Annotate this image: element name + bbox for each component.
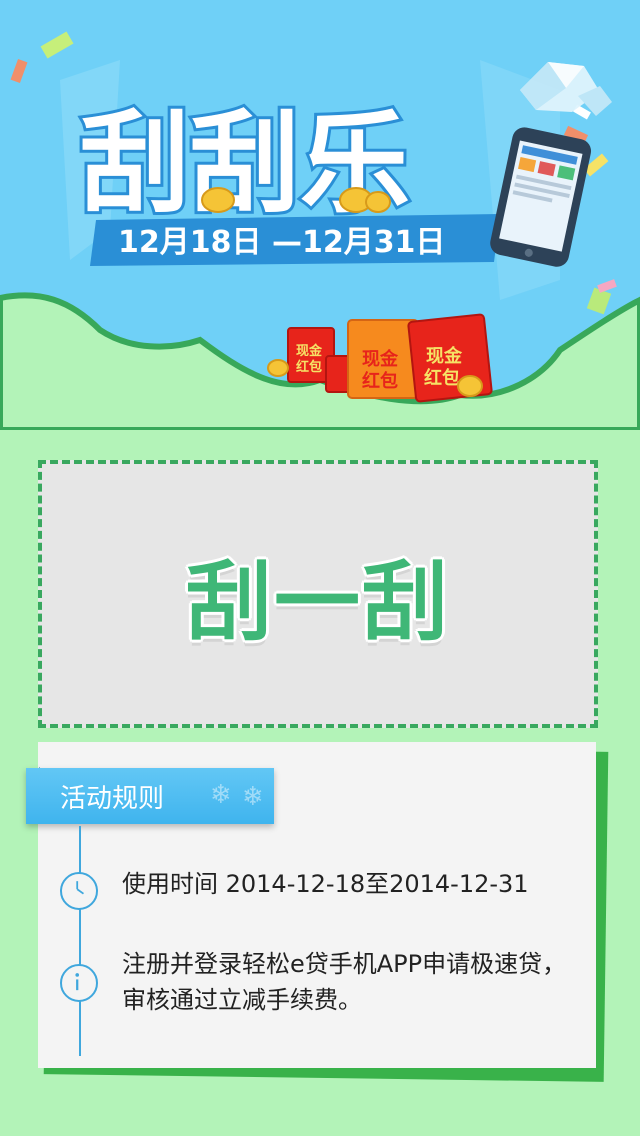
rule-item-time: 使用时间 2014-12-18至2014-12-31	[122, 870, 529, 898]
svg-text:现金: 现金	[426, 345, 463, 367]
svg-text:红包: 红包	[362, 370, 398, 392]
snowflake-icon: ❄	[242, 782, 264, 812]
svg-text:红包: 红包	[424, 367, 460, 389]
clock-icon	[60, 872, 98, 910]
rules-title: 活动规则	[60, 783, 165, 814]
timeline-line	[79, 826, 81, 1056]
date-range: 12月18日 —12月31日	[118, 225, 445, 260]
rule-item-desc: 注册并登录轻松e贷手机APP申请极速贷，审核通过立减手续费。	[122, 950, 567, 1014]
snowflake-icon: ❄	[210, 780, 232, 810]
scratch-label: 刮一刮	[186, 552, 450, 653]
promo-banner: 12月18日 —12月31日 刮刮乐 现金 红包 现金 红包 现金 红包	[0, 0, 640, 430]
info-icon	[60, 964, 98, 1002]
svg-text:现金: 现金	[296, 343, 323, 359]
scratch-card-area[interactable]: 刮一刮	[38, 460, 598, 728]
svg-text:现金: 现金	[362, 348, 399, 370]
svg-text:红包: 红包	[296, 359, 322, 375]
rules-header-ribbon: 活动规则 ❄ ❄	[26, 768, 274, 824]
